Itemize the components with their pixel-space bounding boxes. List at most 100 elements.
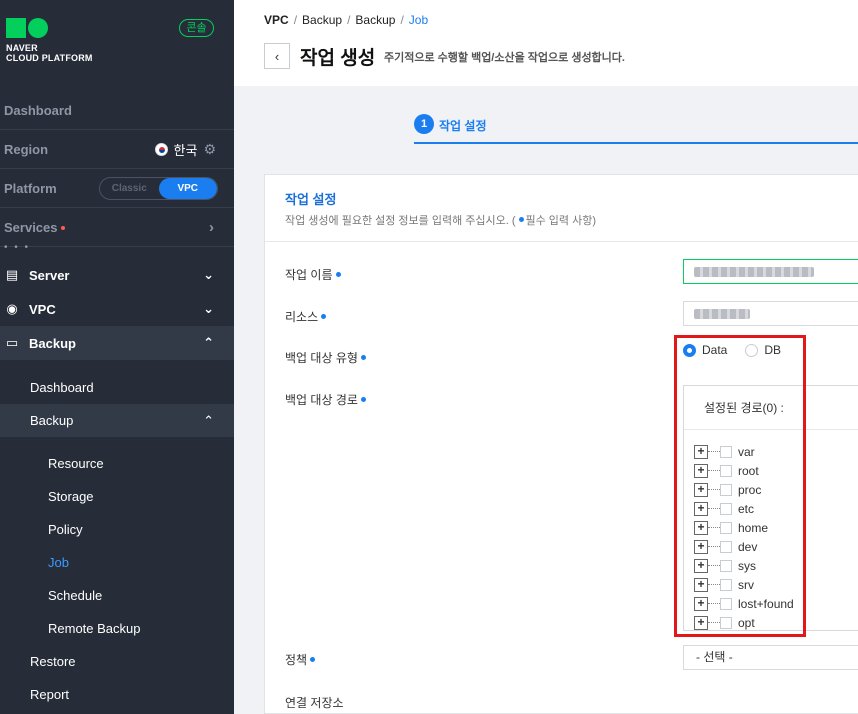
subsub-storage[interactable]: Storage (0, 480, 234, 513)
required-dot-icon (360, 354, 366, 360)
resource-input[interactable] (683, 301, 858, 326)
radio-unchecked-icon[interactable] (745, 343, 759, 357)
tree-checkbox[interactable] (720, 540, 732, 553)
tree-node-label[interactable]: lost+found (738, 597, 794, 611)
region-value: 한국 (173, 143, 198, 158)
tree-list: + var + root + proc + etc + home + dev + sys + s… (694, 442, 794, 630)
expand-plus-icon[interactable]: + (694, 558, 708, 573)
tree-node-label[interactable]: etc (738, 502, 754, 516)
services-label: Services (4, 219, 58, 235)
job-name-input[interactable] (683, 259, 858, 284)
required-dot-icon (321, 313, 327, 319)
nav-region[interactable]: Region 한국 ⚙ (0, 130, 234, 169)
sub-backup[interactable]: Backup ⌃ (0, 404, 234, 437)
step-tab-1[interactable]: 1 작업 설정 (414, 103, 858, 144)
subsub-schedule[interactable]: Schedule (0, 579, 234, 612)
policy-select[interactable]: - 선택 - (683, 645, 858, 670)
label-job-name: 작업 이름 (285, 266, 343, 283)
subsub-remote-backup[interactable]: Remote Backup (0, 612, 234, 645)
sub-dashboard[interactable]: Dashboard (0, 371, 234, 404)
console-badge[interactable]: 콘솔 (179, 19, 214, 37)
tree-node-label[interactable]: var (738, 445, 755, 459)
label-policy: 정책 (285, 651, 317, 668)
panel-subtitle: 작업 생성에 필요한 설정 정보를 입력해 주십시오. ( 필수 입력 사항) (285, 212, 596, 228)
required-dot-icon (335, 271, 341, 277)
sidebar: NAVER CLOUD PLATFORM 콘솔 Dashboard Region… (0, 0, 234, 714)
sub-report-label: Report (30, 687, 70, 702)
expand-plus-icon[interactable]: + (694, 482, 708, 497)
menu-server-label: Server (29, 267, 70, 283)
job-settings-panel: 작업 설정 작업 생성에 필요한 설정 정보를 입력해 주십시오. (필수 입력… (264, 174, 858, 714)
expand-plus-icon[interactable]: + (694, 615, 708, 630)
tree-node-label[interactable]: opt (738, 616, 755, 630)
tree-node-label[interactable]: dev (738, 540, 757, 554)
ncp-logo[interactable]: NAVER CLOUD PLATFORM (6, 18, 93, 63)
expand-plus-icon[interactable]: + (694, 520, 708, 535)
expand-plus-icon[interactable]: + (694, 539, 708, 554)
radio-db[interactable]: DB (745, 343, 781, 357)
panel-subtitle-text: 작업 생성에 필요한 설정 정보를 입력해 주십시오. ( (285, 215, 516, 227)
sub-backup-label: Backup (30, 413, 74, 428)
gear-icon[interactable]: ⚙ (203, 141, 216, 158)
chevron-down-icon: ⌄ (203, 267, 214, 282)
platform-classic[interactable]: Classic (100, 178, 159, 199)
chevron-up-icon: ⌃ (203, 412, 214, 428)
subsub-policy[interactable]: Policy (0, 513, 234, 546)
tree-node-label[interactable]: proc (738, 483, 761, 497)
tree-checkbox[interactable] (720, 578, 732, 591)
back-button[interactable]: ‹ (264, 43, 290, 69)
menu-backup[interactable]: ▭ Backup ⌃ (0, 326, 234, 360)
page-header: VPC / Backup / Backup / Job ‹ 작업 생성 주기적으로 수… (234, 0, 858, 86)
tree-node: + lost+found (694, 594, 794, 613)
panel-subtitle-text-2: 필수 입력 사항) (525, 215, 597, 227)
tree-checkbox[interactable] (720, 483, 732, 496)
nav-services[interactable]: Services › (0, 208, 234, 247)
required-dot-icon (310, 656, 316, 662)
tree-node-label[interactable]: root (738, 464, 759, 478)
step-number: 1 (414, 114, 434, 134)
menu-vpc[interactable]: ◉ VPC ⌄ (0, 292, 234, 326)
radio-data-label: Data (702, 343, 728, 357)
chevron-up-icon: ⌃ (203, 335, 214, 350)
masked-value (694, 267, 814, 277)
chevron-left-icon: ‹ (274, 48, 280, 64)
sub-dashboard-label: Dashboard (30, 380, 94, 395)
platform-toggle[interactable]: Classic VPC (99, 177, 218, 200)
tree-checkbox[interactable] (720, 521, 732, 534)
breadcrumb-backup[interactable]: Backup (302, 13, 342, 27)
expand-plus-icon[interactable]: + (694, 577, 708, 592)
tree-node: + root (694, 461, 794, 480)
tree-checkbox[interactable] (720, 616, 732, 629)
platform-label: Platform (4, 180, 57, 196)
tree-checkbox[interactable] (720, 464, 732, 477)
sub-restore[interactable]: Restore (0, 645, 234, 678)
radio-checked-icon[interactable] (683, 343, 696, 357)
expand-plus-icon[interactable]: + (694, 444, 708, 459)
radio-data[interactable]: Data (683, 343, 727, 357)
subsub-resource[interactable]: Resource (0, 447, 234, 480)
tree-node: + dev (694, 537, 794, 556)
expand-plus-icon[interactable]: + (694, 463, 708, 478)
platform-vpc[interactable]: VPC (158, 178, 217, 199)
tree-checkbox[interactable] (720, 445, 732, 458)
expand-plus-icon[interactable]: + (694, 596, 708, 611)
sub-report[interactable]: Report (0, 678, 234, 711)
server-icon: ▤ (5, 267, 19, 282)
expand-plus-icon[interactable]: + (694, 501, 708, 516)
tree-node: + opt (694, 613, 794, 630)
tree-node-label[interactable]: sys (738, 559, 756, 573)
step-label: 작업 설정 (439, 119, 487, 133)
vpc-icon: ◉ (6, 301, 18, 316)
radio-db-label: DB (764, 343, 782, 357)
breadcrumb-backup-2[interactable]: Backup (355, 13, 395, 27)
menu-server[interactable]: ▤ Server ⌄ (0, 258, 234, 292)
tree-node-label[interactable]: home (738, 521, 768, 535)
tree-checkbox[interactable] (720, 502, 732, 515)
tree-checkbox[interactable] (720, 559, 732, 572)
breadcrumb-vpc[interactable]: VPC (264, 13, 289, 27)
subsub-job[interactable]: Job (0, 546, 234, 579)
tree-checkbox[interactable] (720, 597, 732, 610)
nav-platform: Platform Classic VPC (0, 169, 234, 208)
tree-node-label[interactable]: srv (738, 578, 754, 592)
nav-dashboard[interactable]: Dashboard (0, 91, 234, 130)
